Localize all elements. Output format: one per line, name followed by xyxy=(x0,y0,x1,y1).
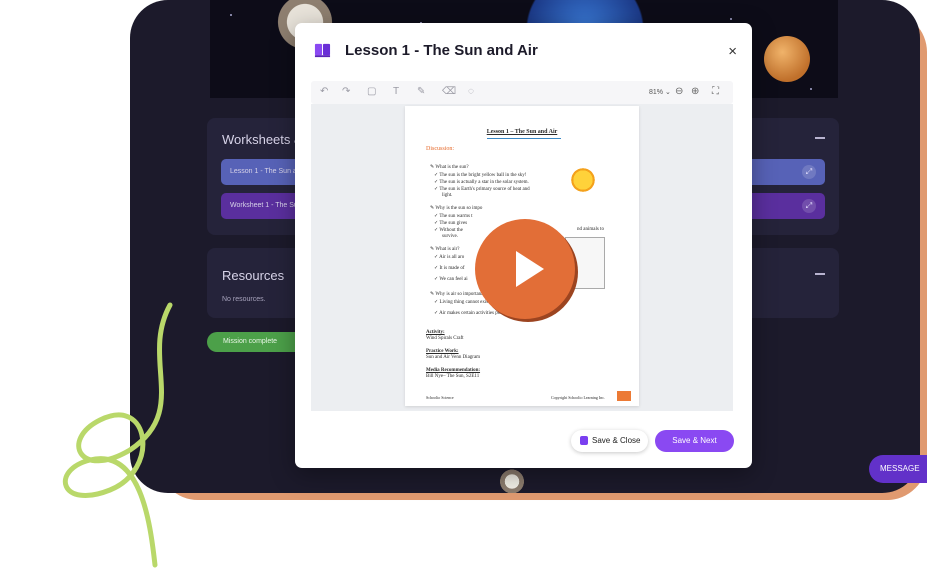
page-number-tag xyxy=(617,391,631,401)
save-close-label: Save & Close xyxy=(592,436,641,445)
redo-icon[interactable]: ↷ xyxy=(342,86,350,97)
save-next-button[interactable]: Save & Next xyxy=(655,430,734,452)
zoom-select[interactable]: 81% ⌄ xyxy=(649,88,671,96)
message-button[interactable]: MESSAGE xyxy=(869,455,927,483)
mission-complete-button[interactable]: Mission complete xyxy=(207,332,307,352)
document-line-tail: nd animals to xyxy=(577,227,604,232)
eraser-icon[interactable]: ⌫ xyxy=(442,86,456,97)
document-line: ✓ The sun is Earth's primary source of h… xyxy=(434,187,530,192)
collapse-icon[interactable] xyxy=(815,137,825,139)
book-icon xyxy=(314,43,331,58)
undo-icon[interactable]: ↶ xyxy=(320,86,328,97)
document-line: ✓ It is made of xyxy=(434,266,465,271)
document-line: ✓ The sun warms t xyxy=(434,214,473,219)
worksheets-title: Worksheets & xyxy=(222,132,303,147)
close-icon[interactable]: × xyxy=(728,43,737,60)
worksheet-row-label: Lesson 1 - The Sun a xyxy=(230,168,297,175)
save-close-button[interactable]: Save & Close xyxy=(571,430,648,452)
collapse-icon[interactable] xyxy=(815,273,825,275)
play-icon xyxy=(516,251,544,287)
text-icon[interactable]: T xyxy=(393,86,399,97)
document-toolbar: ↶ ↷ ▢ T ✎ ⌫ ◌ 81% ⌄ ⊖ ⊕ ⛶ xyxy=(311,81,733,104)
rectangle-icon[interactable]: ▢ xyxy=(367,86,376,97)
document-line: ✎ What is air? xyxy=(430,247,460,252)
sun-illustration xyxy=(568,165,598,195)
document-line: ✓ The sun gives xyxy=(434,221,468,226)
pen-icon[interactable]: ✎ xyxy=(417,86,425,97)
zoom-out-icon[interactable]: ⊖ xyxy=(675,86,683,97)
decorative-squiggle xyxy=(62,302,173,568)
practice-text: Sun and Air Venn Diagram xyxy=(426,355,481,360)
zoom-in-icon[interactable]: ⊕ xyxy=(691,86,699,97)
practice-label: Practice Work: xyxy=(426,349,459,354)
save-icon xyxy=(580,436,588,445)
page-footer-right: Copyright Schoolio Learning Inc. xyxy=(551,395,605,400)
modal-title: Lesson 1 - The Sun and Air xyxy=(345,42,538,59)
astronaut-avatar-icon xyxy=(495,468,529,493)
document-line: ✎ What is the sun? xyxy=(430,165,469,170)
expand-icon[interactable]: ⤢ xyxy=(802,199,816,213)
document-title: Lesson 1 – The Sun and Air xyxy=(486,129,558,135)
activity-text: Wind Spirals Craft xyxy=(426,336,464,341)
fullscreen-icon[interactable]: ⛶ xyxy=(712,86,719,97)
document-line: ✓ The sun is actually a star in the sola… xyxy=(434,180,529,185)
document-line: light. xyxy=(442,193,453,198)
lasso-icon[interactable]: ◌ xyxy=(468,86,474,97)
title-underline xyxy=(487,138,561,139)
empty-resources-text: No resources. xyxy=(222,296,266,303)
discussion-heading: Discussion: xyxy=(426,146,455,152)
play-video-button[interactable] xyxy=(475,219,575,319)
worksheet-row-label: Worksheet 1 - The Su xyxy=(230,202,298,209)
document-line: ✓ The sun is the bright yellow ball in t… xyxy=(434,173,527,178)
media-text: Bill Nye– The Sun, S2E11 xyxy=(426,374,480,379)
document-line: ✓ Air is all aro xyxy=(434,255,465,260)
activity-label: Activity: xyxy=(426,330,445,335)
document-line: ✓ Without the xyxy=(434,228,463,233)
resources-title: Resources xyxy=(222,268,285,283)
document-line: ✎ Why is air so important xyxy=(430,292,483,297)
lesson-modal: Lesson 1 - The Sun and Air × ↶ ↷ ▢ T ✎ ⌫… xyxy=(295,23,752,468)
page-footer-left: Schoolio Science xyxy=(426,395,454,400)
media-label: Media Recommendation: xyxy=(426,368,481,373)
document-line: ✓ We can feel ai xyxy=(434,277,468,282)
planet-illustration xyxy=(764,36,810,82)
document-line: ✎ Why is the sun so impo xyxy=(430,206,483,211)
document-line: survive. xyxy=(442,234,458,239)
expand-icon[interactable]: ⤢ xyxy=(802,165,816,179)
